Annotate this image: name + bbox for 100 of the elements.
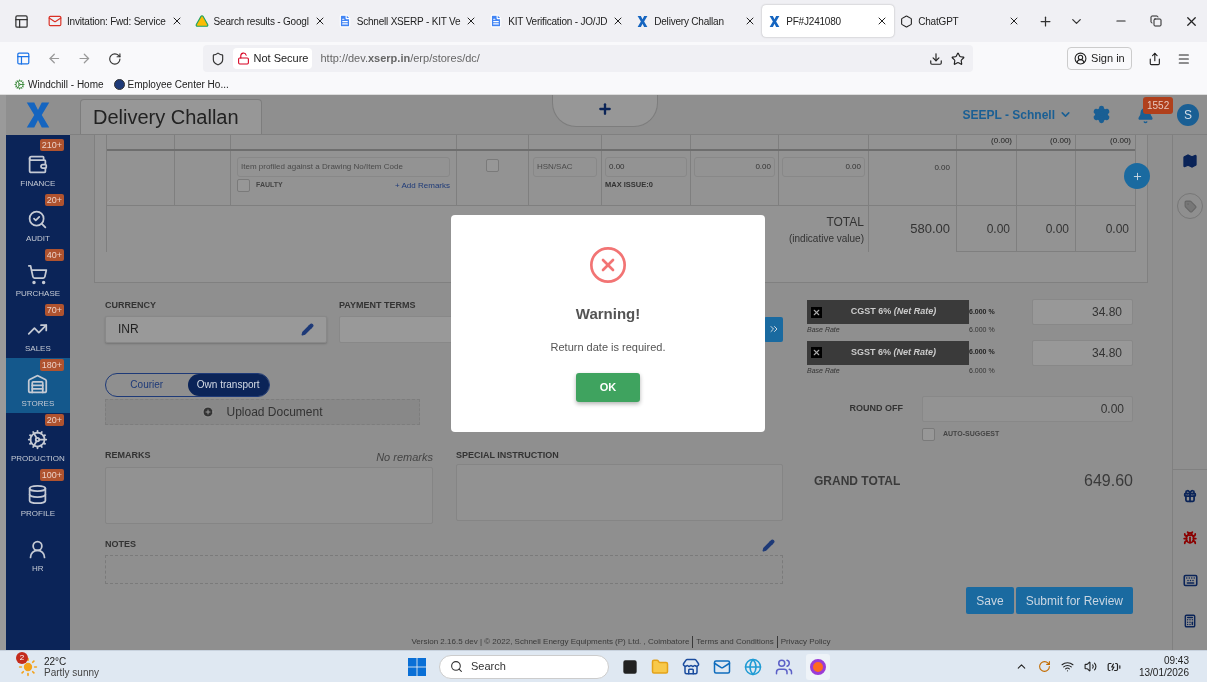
count-badge: 210+ — [39, 139, 64, 151]
cart-icon — [27, 264, 49, 285]
tab-list-icon[interactable] — [13, 13, 29, 29]
plus-icon — [1131, 170, 1143, 182]
edit-icon[interactable] — [762, 538, 775, 552]
bug-icon[interactable] — [1183, 531, 1197, 545]
mail-icon[interactable] — [713, 657, 731, 676]
add-remarks-link[interactable]: + Add Remarks — [395, 179, 450, 192]
windows-start-icon[interactable] — [408, 657, 426, 676]
total-value: 0.00 — [1105, 220, 1129, 238]
store-icon[interactable] — [682, 657, 700, 676]
number-field[interactable]: 0.00 — [694, 157, 775, 177]
action-button[interactable]: Save — [966, 587, 1014, 614]
round-off-field[interactable]: 0.00 — [922, 396, 1133, 422]
browser-tab[interactable]: Delivery Challan — [630, 5, 763, 37]
sidebar-item[interactable]: FINANCE 210+ — [5, 138, 70, 193]
security-indicator[interactable]: Not Secure — [233, 48, 313, 69]
calculator-icon[interactable] — [1183, 614, 1197, 628]
transport-option[interactable]: Courier — [106, 373, 188, 396]
remove-icon[interactable] — [811, 306, 822, 318]
warehouse-icon — [27, 374, 49, 395]
sidebar-icon[interactable] — [16, 51, 31, 66]
weather-text: Partly sunny — [44, 666, 100, 678]
subtotal-text: (0.00) — [1110, 135, 1131, 147]
weather-icon[interactable] — [18, 656, 38, 677]
add-icon[interactable] — [597, 101, 613, 117]
sidebar-item[interactable]: SALES 70+ — [5, 303, 70, 358]
forward-icon[interactable] — [77, 51, 92, 66]
sidebar-item[interactable]: HR — [5, 523, 70, 578]
url-text: http://dev.xserp.in/erp/stores/dc/ — [320, 51, 481, 67]
sidebar-item[interactable]: AUDIT 20+ — [5, 193, 70, 248]
browser-tab[interactable]: Invitation: Fwd: Service — [42, 5, 189, 37]
keyboard-icon[interactable] — [1182, 573, 1198, 588]
volume-icon[interactable] — [1083, 660, 1097, 673]
bookmark-link[interactable]: Employee Center Ho... — [113, 77, 229, 92]
sidebar-item[interactable]: STORES 180+ — [5, 358, 70, 413]
document-icon — [337, 14, 352, 28]
count-badge: 180+ — [39, 359, 64, 371]
tax-amount-field[interactable]: 34.80 — [1032, 299, 1133, 325]
total-amount: 580.00 — [910, 220, 950, 239]
payment-terms-label: PAYMENT TERMS — [339, 299, 417, 312]
footer-text: Version 2.16.5 dev | © 2022, Schnell Energy Equipments (P) Ltd. , Coimbatore — [411, 636, 690, 648]
quantity-field[interactable]: 0.00 — [605, 157, 687, 177]
sign-in-button[interactable]: Sign in — [1067, 47, 1132, 70]
shield-icon[interactable] — [211, 51, 226, 66]
transport-option[interactable]: Own transport — [187, 373, 269, 396]
menu-icon[interactable] — [1177, 51, 1191, 66]
browser-tab[interactable]: PF#J241080 — [762, 5, 895, 37]
gift-icon[interactable] — [1183, 489, 1197, 503]
notification-count: 1552 — [1143, 96, 1174, 114]
sidebar-item[interactable]: PURCHASE 40+ — [5, 248, 70, 303]
number-field[interactable]: 0.00 — [782, 157, 865, 177]
sync-icon[interactable] — [1037, 660, 1051, 673]
amount-text: 0.00 — [934, 162, 950, 174]
browser-tab[interactable]: Search results - Googl — [188, 5, 332, 37]
remove-icon[interactable] — [811, 347, 822, 358]
restore-icon[interactable] — [1150, 15, 1162, 27]
triangle-icon — [194, 14, 209, 28]
map-icon[interactable] — [1182, 153, 1198, 169]
bookmark-link[interactable]: Windchill - Home — [14, 77, 104, 92]
gear-icon — [14, 79, 25, 90]
network-icon[interactable] — [1060, 660, 1074, 673]
download-icon[interactable] — [929, 51, 944, 66]
checkbox[interactable] — [237, 179, 250, 192]
x-logo-icon — [768, 14, 782, 28]
count-badge: 100+ — [39, 469, 64, 481]
clock-time: 09:43 — [1163, 654, 1189, 667]
footer-link[interactable]: Terms and Conditions — [692, 636, 774, 648]
new-tab-icon[interactable] — [1038, 13, 1054, 29]
bookmark-star-icon[interactable] — [951, 51, 966, 66]
upload-document-button[interactable]: Upload Document — [105, 398, 420, 425]
browser-tab[interactable]: KIT Verification - JO/JD — [483, 5, 631, 37]
double-chevron-icon — [767, 323, 780, 335]
tax-amount-field[interactable]: 34.80 — [1032, 339, 1133, 366]
hexagon-icon — [900, 14, 914, 28]
browser-tab[interactable]: Schnell XSERP - KIT Ve — [331, 5, 484, 37]
currency-field[interactable]: INR — [105, 315, 327, 343]
share-icon[interactable] — [1147, 51, 1162, 66]
remarks-hint: No remarks — [376, 449, 433, 465]
sidebar-item[interactable]: PROFILE 100+ — [5, 468, 70, 523]
address-bar[interactable]: Not Secure http://dev.xserp.in/erp/stores/dc/ — [203, 45, 974, 72]
edit-icon[interactable] — [301, 322, 314, 336]
checkbox[interactable] — [486, 159, 499, 172]
user-avatar[interactable]: S — [1177, 103, 1199, 126]
subtotal-text: (0.00) — [991, 135, 1012, 147]
database-icon — [27, 484, 49, 505]
reload-icon[interactable] — [107, 51, 122, 66]
action-button[interactable]: Submit for Review — [1015, 587, 1133, 614]
taskbar-search-field[interactable]: Search — [439, 654, 609, 679]
footer-link[interactable]: Privacy Policy — [776, 636, 831, 648]
browser-icon[interactable] — [744, 657, 762, 676]
dialog-message: Return date is required. — [550, 339, 666, 355]
dialog-title: Warning! — [575, 304, 641, 324]
grand-total-value: 649.60 — [1084, 471, 1133, 491]
task-view-icon[interactable] — [622, 658, 638, 675]
sidebar-item[interactable]: PRODUCTION 20+ — [5, 413, 70, 468]
checkbox[interactable] — [922, 428, 935, 441]
browser-tab[interactable]: ChatGPT — [894, 5, 1027, 37]
lock-slash-icon — [237, 52, 251, 65]
back-icon[interactable] — [46, 51, 62, 66]
